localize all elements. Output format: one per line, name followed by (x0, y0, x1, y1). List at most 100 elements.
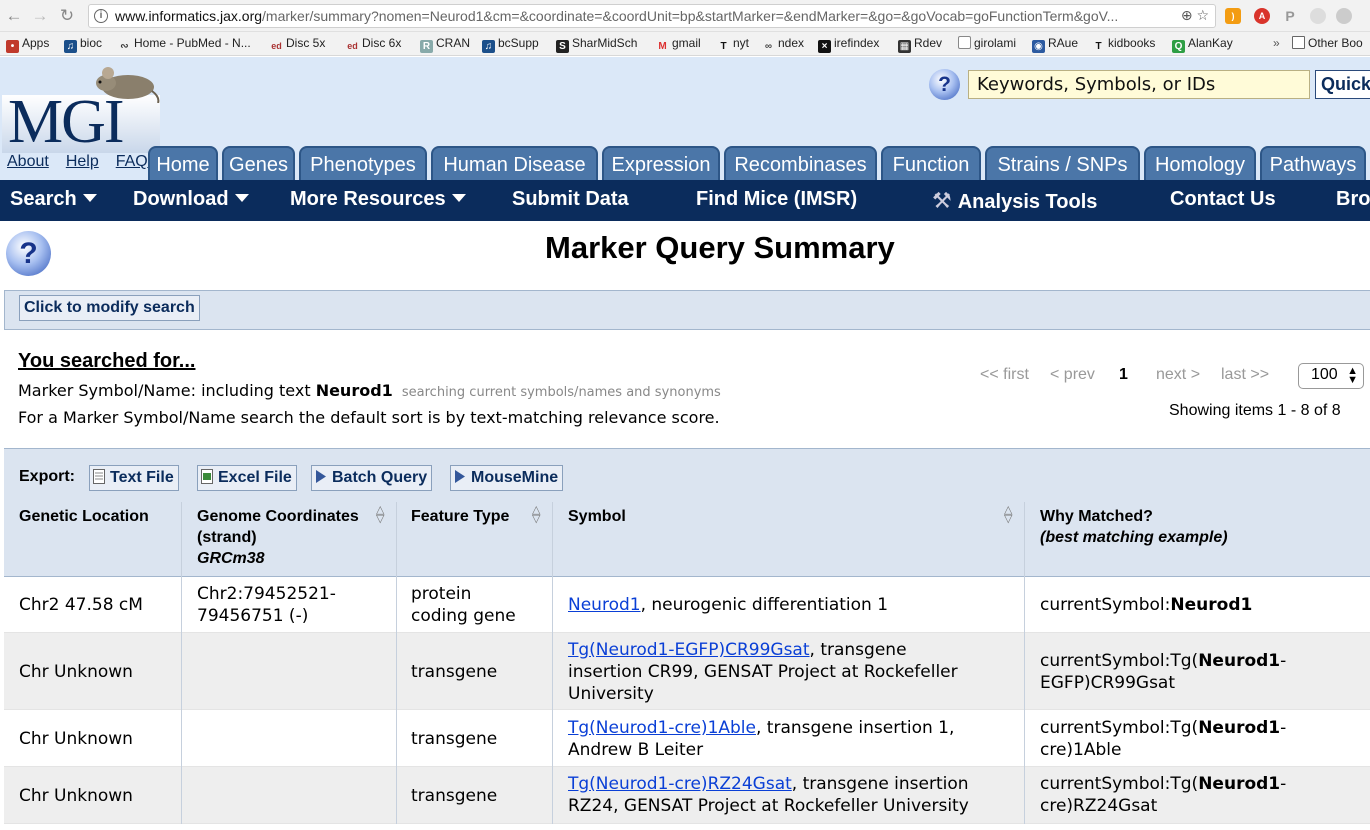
tab-phenotypes[interactable]: Phenotypes (299, 146, 427, 180)
col-why-matched: Why Matched? (best matching example) (1040, 506, 1228, 548)
nav-analysis-tools[interactable]: ⚒ Analysis Tools (932, 188, 1097, 214)
sort-updown-icon[interactable]: △ ▽ (532, 505, 540, 525)
cell-feature-type: transgene (411, 786, 498, 806)
symbol-link[interactable]: Neurod1 (568, 595, 641, 615)
bookmark-rdev[interactable]: ▦ Rdev (898, 36, 942, 53)
batch-query-button[interactable]: Batch Query (311, 465, 433, 491)
nav-search[interactable]: Search (10, 188, 97, 211)
bookmark-kidbooks[interactable]: Tkidbooks (1092, 36, 1155, 53)
caret-down-icon (82, 194, 97, 202)
pager-last[interactable]: last >> (1221, 366, 1269, 384)
bookmark-alankay[interactable]: Q AlanKay (1172, 36, 1233, 53)
bookmark-ndex[interactable]: ∞ ndex (762, 36, 804, 53)
bookmark-bcsupp[interactable]: ♫ bcSupp (482, 36, 539, 53)
button-label: MouseMine (471, 469, 559, 486)
tab-genes[interactable]: Genes (222, 146, 295, 180)
column-divider (181, 710, 182, 767)
extension-icon[interactable] (1310, 8, 1326, 24)
cell-text: coding gene (411, 606, 516, 626)
pager-first[interactable]: << first (980, 366, 1029, 384)
symbol-name: RZ24, GENSAT Project at Rockefeller Univ… (568, 796, 969, 816)
bookmark-cran[interactable]: R CRAN (420, 36, 470, 53)
main-navbar: Search Download More Resources Submit Da… (0, 180, 1370, 221)
nav-submit-data[interactable]: Submit Data (512, 188, 629, 211)
bookmark-disc5x[interactable]: ed Disc 5x (270, 36, 325, 53)
bookmark-girolami[interactable]: girolami (958, 36, 1016, 50)
bookmark-nyt[interactable]: Tnyt (717, 36, 749, 53)
mousemine-button[interactable]: MouseMine (450, 465, 564, 491)
quick-search-button[interactable]: Quick (1315, 70, 1370, 99)
bookmark-label: Disc 6x (362, 36, 402, 50)
col-symbol[interactable]: Symbol (568, 506, 626, 527)
bookmark-disc6x[interactable]: ed Disc 6x (346, 36, 401, 53)
col-genome-coordinates[interactable]: Genome Coordinates (strand) GRCm38 (197, 506, 359, 569)
nav-label: Download (133, 188, 229, 210)
cell-text: cre)RZ24Gsat (1040, 796, 1158, 816)
nav-download[interactable]: Download (133, 188, 249, 211)
url-text[interactable]: www.informatics.jax.org/marker/summary?n… (115, 8, 1255, 24)
bookmark-apps[interactable]: • Apps (6, 36, 49, 53)
extension-icon-2[interactable] (1336, 8, 1352, 24)
export-excel-file-button[interactable]: Excel File (197, 465, 297, 491)
page-size-select[interactable]: 100 ▲ ▼ (1298, 363, 1364, 389)
column-divider (1024, 710, 1025, 767)
back-arrow-icon[interactable]: ← (4, 6, 24, 26)
symbol-link[interactable]: Tg(Neurod1-cre)1Able (568, 718, 756, 738)
nav-more-resources[interactable]: More Resources (290, 188, 466, 211)
cell-text: currentSymbol: (1040, 595, 1171, 615)
page-help-icon[interactable]: ? (6, 231, 51, 276)
bookmark-irefindex[interactable]: × irefindex (818, 36, 879, 53)
symbol-name: Andrew B Leiter (568, 740, 704, 760)
forward-arrow-icon[interactable]: → (30, 6, 50, 26)
cell-symbol: Neurod1, neurogenic differentiation 1 (568, 594, 888, 616)
bookmark-raue[interactable]: ◉ RAue (1032, 36, 1078, 53)
modify-search-button[interactable]: Click to modify search (19, 295, 200, 321)
pager-next[interactable]: next > (1156, 366, 1200, 384)
bookmark-favicon: ed (271, 41, 282, 51)
tab-home[interactable]: Home (148, 146, 218, 180)
col-feature-type[interactable]: Feature Type (411, 506, 509, 527)
reload-icon[interactable]: ↻ (57, 6, 77, 26)
bookmark-pubmed[interactable]: ∾ Home - PubMed - N... (118, 36, 250, 53)
export-bar: Export: Text File Excel File Batch Query… (4, 448, 1370, 496)
info-icon[interactable]: i (94, 9, 108, 23)
help-icon[interactable]: ? (929, 69, 960, 100)
tab-pathways[interactable]: Pathways (1260, 146, 1366, 180)
table-row: Chr Unknown transgene Tg(Neurod1-EGFP)CR… (4, 633, 1370, 710)
nav-contact-us[interactable]: Contact Us (1170, 188, 1276, 211)
p-extension-icon[interactable]: P (1282, 8, 1298, 24)
tab-function[interactable]: Function (881, 146, 981, 180)
tab-human-disease[interactable]: Human Disease (431, 146, 598, 180)
bookmark-bioc[interactable]: ♫ bioc (64, 36, 102, 53)
bookmark-sharmidsch[interactable]: S SharMidSch (556, 36, 637, 53)
bookmarks-overflow-icon[interactable]: » (1273, 36, 1280, 50)
tab-expression[interactable]: Expression (602, 146, 720, 180)
symbol-link[interactable]: Tg(Neurod1-EGFP)CR99Gsat (568, 640, 810, 660)
zoom-icon[interactable]: ⊕ (1181, 7, 1193, 23)
nav-browsers[interactable]: Bro (1336, 188, 1370, 211)
export-text-file-button[interactable]: Text File (89, 465, 179, 491)
address-bar[interactable]: i www.informatics.jax.org/marker/summary… (88, 4, 1216, 28)
column-divider (396, 577, 397, 633)
tab-strains-snps[interactable]: Strains / SNPs (985, 146, 1140, 180)
folder-icon (1292, 36, 1305, 49)
main-tabs: Home Genes Phenotypes Human Disease Expr… (0, 146, 1370, 180)
bookmark-gmail[interactable]: Mgmail (656, 36, 700, 53)
bookmark-other[interactable]: Other Boo (1292, 36, 1363, 50)
bookmark-star-icon[interactable]: ☆ (1196, 7, 1209, 23)
nav-find-mice[interactable]: Find Mice (IMSR) (696, 188, 857, 211)
sort-updown-icon[interactable]: △ ▽ (376, 505, 384, 525)
quick-search-input[interactable]: Keywords, Symbols, or IDs (968, 70, 1310, 99)
bookmark-favicon: × (818, 40, 831, 53)
adblock-extension-icon[interactable]: A (1254, 8, 1270, 24)
tools-icon: ⚒ (932, 188, 952, 213)
pager-prev[interactable]: < prev (1050, 366, 1095, 384)
rss-extension-icon[interactable]: ) (1225, 8, 1241, 24)
symbol-link[interactable]: Tg(Neurod1-cre)RZ24Gsat (568, 774, 792, 794)
bookmark-label: SharMidSch (572, 36, 638, 50)
sort-updown-icon[interactable]: △ ▽ (1004, 505, 1012, 525)
r-logo-icon: R (420, 40, 433, 53)
cell-text: currentSymbol:Tg( (1040, 774, 1199, 794)
tab-recombinases[interactable]: Recombinases (724, 146, 877, 180)
tab-homology[interactable]: Homology (1144, 146, 1256, 180)
